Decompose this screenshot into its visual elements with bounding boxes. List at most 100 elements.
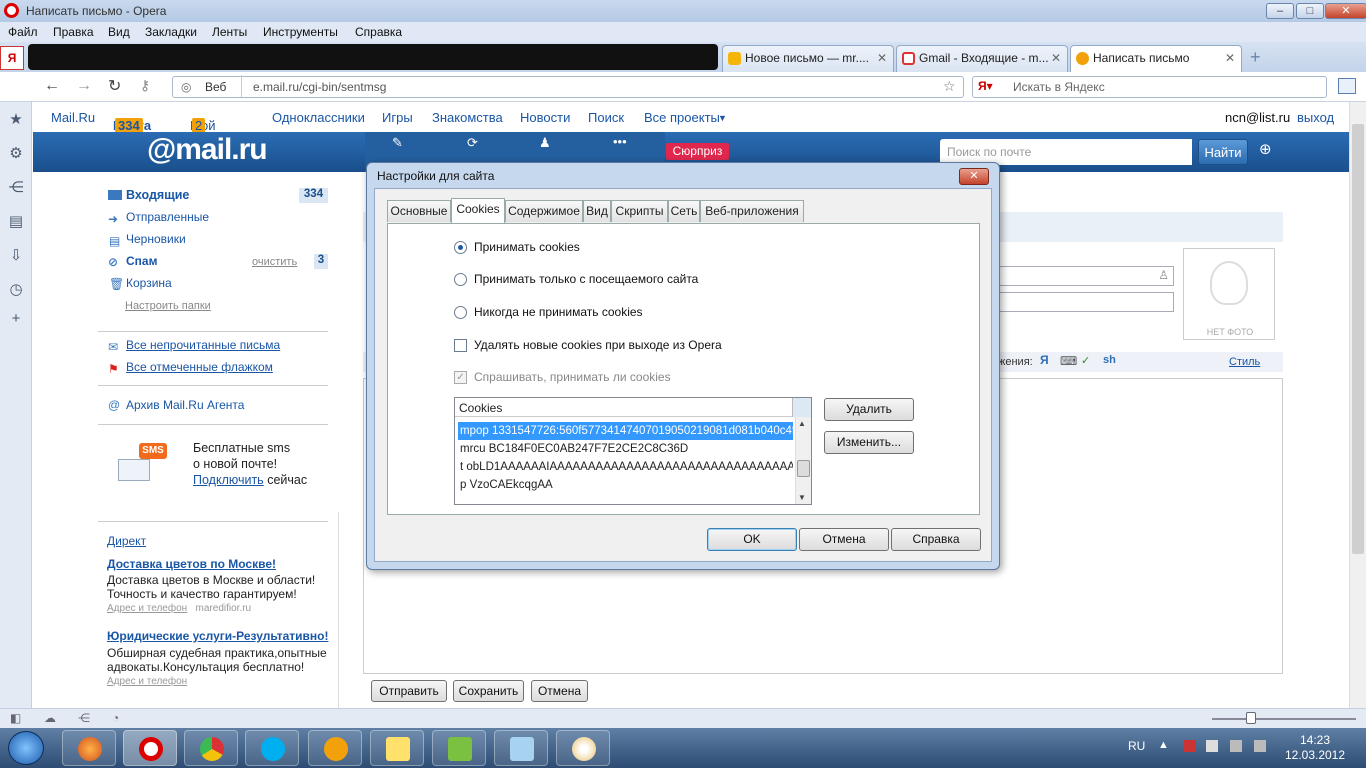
maximize-button[interactable]: □ (1296, 3, 1324, 19)
send-button[interactable]: Отправить (371, 680, 447, 702)
edit-cookie-button[interactable]: Изменить... (824, 431, 914, 454)
taskbar-mail-agent[interactable] (308, 730, 362, 766)
mail-panel-icon[interactable] (1338, 78, 1356, 94)
tray-network-icon[interactable] (1184, 740, 1196, 752)
ok-button[interactable]: OK (707, 528, 797, 551)
yandex-icon[interactable]: Я (0, 46, 24, 70)
taskbar-paint[interactable] (556, 730, 610, 766)
cookies-list[interactable]: Cookies mpop 1331547726:560f577341474070… (454, 397, 812, 505)
tab-web-apps[interactable]: Веб-приложения (700, 200, 804, 222)
bookmarks-star-icon[interactable]: ★ (8, 110, 24, 128)
agent-archive-link[interactable]: Архив Mail.Ru Агента (126, 398, 244, 412)
reload-icon[interactable]: ↻ (108, 76, 121, 96)
cookie-row[interactable]: mrcu BC184F0EC0AB247F7E2CE2C8C36D (458, 440, 793, 458)
cookie-row[interactable]: mpop 1331547726:560f57734147407019050219… (458, 422, 793, 440)
clock[interactable]: 14:23 12.03.2012 (1284, 733, 1346, 763)
tab-new-letter[interactable]: Новое письмо — mr.... ✕ (722, 45, 894, 72)
advanced-search-icon[interactable]: ⊕ (1259, 140, 1272, 158)
tab-display[interactable]: Вид (583, 200, 611, 222)
add-contact-icon[interactable]: ♙ (1158, 268, 1169, 282)
address-field[interactable]: ◎ Веб e.mail.ru/cgi-bin/sentmsg ☆ (172, 75, 964, 98)
tab-general[interactable]: Основные (387, 200, 451, 222)
folder-inbox[interactable]: Входящие (126, 188, 189, 202)
tab-scripts[interactable]: Скрипты (611, 200, 668, 222)
delete-cookie-button[interactable]: Удалить (824, 398, 914, 421)
style-dropdown[interactable]: Стиль (1229, 356, 1260, 368)
help-button[interactable]: Справка (891, 528, 981, 551)
accept-visited-radio[interactable] (454, 273, 467, 286)
cookie-row[interactable]: t obLD1AAAAAAIAAAAAAAAAAAAAAAAAAAAAAAAAA… (458, 458, 793, 476)
spellcheck-icon[interactable]: ✓ (1081, 354, 1090, 367)
folders-setup-link[interactable]: Настроить папки (125, 300, 211, 312)
scroll-thumb[interactable] (1352, 124, 1364, 554)
menu-feeds[interactable]: Ленты (212, 25, 247, 39)
ad-meta-link[interactable]: Адрес и телефон (107, 603, 187, 614)
unread-filter-link[interactable]: Все непрочитанные письма (126, 338, 280, 352)
cancel-button[interactable]: Отмена (799, 528, 889, 551)
folder-trash[interactable]: Корзина (126, 276, 172, 290)
menu-file[interactable]: Файл (8, 25, 38, 39)
close-tab-icon[interactable]: ✕ (877, 46, 887, 70)
nav-mailru[interactable]: Mail.Ru (51, 110, 95, 125)
tray-device-icon[interactable] (1206, 740, 1218, 752)
language-indicator[interactable]: RU (1128, 739, 1145, 753)
scroll-up-icon[interactable]: ▲ (798, 419, 806, 428)
nav-games[interactable]: Игры (382, 110, 413, 125)
mailru-logo[interactable]: @mail.ru (147, 133, 268, 167)
cancel-compose-button[interactable]: Отмена (531, 680, 588, 702)
ask-cookies-checkbox[interactable]: ✓ (454, 371, 467, 384)
new-tab-icon[interactable]: + (1250, 47, 1261, 68)
never-accept-radio[interactable] (454, 306, 467, 319)
speed-icon[interactable]: ◔ (112, 711, 119, 725)
clear-spam-link[interactable]: очистить (252, 256, 297, 268)
tab-content[interactable]: Содержимое (505, 200, 583, 222)
menu-tools[interactable]: Инструменты (263, 25, 338, 39)
menu-bookmarks[interactable]: Закладки (145, 25, 197, 39)
close-tab-icon[interactable]: ✕ (1225, 46, 1235, 70)
contacts-icon[interactable]: ♟ (539, 135, 551, 151)
check-icon[interactable]: ⟳ (467, 135, 478, 151)
taskbar-app[interactable] (370, 730, 424, 766)
menu-help[interactable]: Справка (355, 25, 402, 39)
delete-on-exit-checkbox[interactable] (454, 339, 467, 352)
nav-all-projects[interactable]: Все проекты (644, 110, 720, 125)
subject-field[interactable] (998, 292, 1174, 312)
zoom-thumb[interactable] (1246, 712, 1256, 724)
taskbar-firefox[interactable] (62, 730, 116, 766)
forward-icon[interactable]: → (76, 77, 92, 95)
key-icon[interactable]: ⚷ (140, 77, 150, 94)
taskbar-notepad[interactable] (494, 730, 548, 766)
taskbar-app2[interactable] (432, 730, 486, 766)
tab-cookies[interactable]: Cookies (451, 198, 505, 223)
dialog-close-icon[interactable]: ✕ (959, 168, 989, 185)
surprise-button[interactable]: Сюрприз (666, 143, 729, 160)
user-email[interactable]: ncn@list.ru (1225, 110, 1290, 125)
panel-toggle-icon[interactable]: ◧ (10, 711, 21, 725)
search-field[interactable]: Я▾ Искать в Яндекс (972, 76, 1327, 98)
nav-search[interactable]: Поиск (588, 110, 624, 125)
translit-icon[interactable]: Я (1040, 353, 1049, 367)
add-panel-icon[interactable]: + (8, 310, 24, 327)
tray-sound-icon[interactable] (1230, 740, 1242, 752)
save-draft-button[interactable]: Сохранить (453, 680, 524, 702)
settings-gear-icon[interactable]: ⚙ (8, 144, 24, 162)
keyboard-icon[interactable]: ⌨ (1060, 354, 1077, 368)
close-button[interactable]: ✕ (1325, 3, 1366, 19)
minimize-button[interactable]: – (1266, 3, 1294, 19)
tab-gmail[interactable]: Gmail - Входящие - m... ✕ (896, 45, 1068, 72)
downloads-icon[interactable]: ⇩ (8, 246, 24, 264)
scroll-down-icon[interactable]: ▼ (798, 493, 806, 502)
list-scrollbar[interactable]: ▲ ▼ (795, 417, 811, 504)
notes-icon[interactable]: ▤ (8, 212, 24, 230)
cookie-row[interactable]: p VzoCAEkcqgAA (458, 476, 793, 494)
more-icon[interactable]: ••• (613, 134, 627, 149)
menu-edit[interactable]: Правка (53, 25, 94, 39)
history-icon[interactable]: ◷ (8, 280, 24, 298)
unite-icon[interactable]: ⋲ (8, 178, 24, 196)
ad-title[interactable]: Юридические услуги-Результативно! (107, 629, 339, 643)
back-icon[interactable]: ← (44, 77, 60, 95)
bookmark-star-icon[interactable]: ☆ (943, 78, 956, 95)
nav-dating[interactable]: Знакомства (432, 110, 503, 125)
compose-icon[interactable]: ✎ (392, 135, 403, 151)
sh-icon[interactable]: sh (1103, 354, 1116, 366)
